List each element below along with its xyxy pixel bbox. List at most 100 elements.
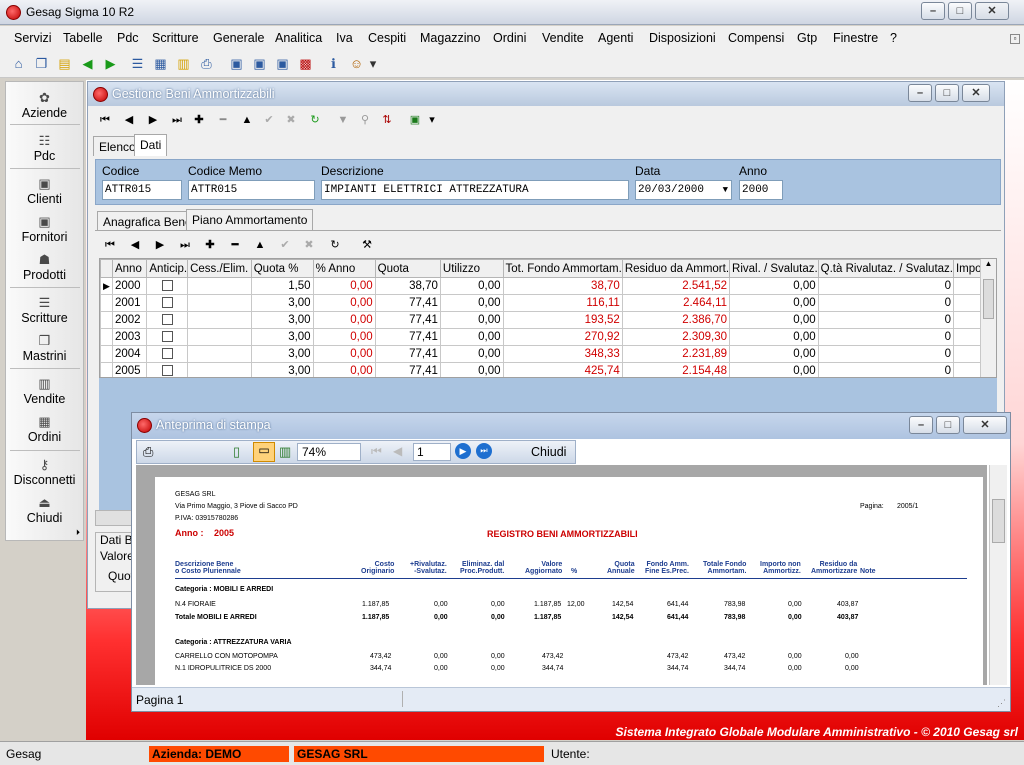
- remove-icon[interactable]: ━: [214, 111, 232, 129]
- sidebar-collapse-icon[interactable]: ⏵: [76, 528, 80, 538]
- cell-utilizzo[interactable]: 0,00: [439, 328, 504, 346]
- cell-anno[interactable]: 2001: [111, 294, 148, 312]
- cell-tot-fondo[interactable]: 270,92: [502, 328, 623, 346]
- menu-tabelle[interactable]: Tabelle: [63, 31, 103, 45]
- menu-finestre[interactable]: Finestre: [833, 31, 878, 45]
- cell-quota-pct[interactable]: 3,00: [250, 311, 314, 329]
- cell-utilizzo[interactable]: 0,00: [439, 345, 504, 363]
- menu-agenti[interactable]: Agenti: [598, 31, 633, 45]
- first-row-icon[interactable]: ⏮: [101, 236, 119, 254]
- two-pages-icon[interactable]: ▥: [279, 444, 291, 460]
- prev-row-icon[interactable]: ◀: [126, 236, 144, 254]
- table-row[interactable]: 2003 3,00 0,00 77,41 0,00 270,92 2.309,30 0,00 0: [100, 328, 996, 346]
- last-row-icon[interactable]: ⏭: [176, 236, 194, 254]
- gestione-minimize-button[interactable]: –: [908, 84, 932, 102]
- table-icon[interactable]: ▣: [273, 54, 292, 73]
- sidebar-item-disconnetti[interactable]: ⚷ Disconnetti: [6, 457, 83, 487]
- mdi-restore-icon[interactable]: ▫: [1010, 34, 1020, 44]
- menu-compensi[interactable]: Compensi: [728, 31, 784, 45]
- list-icon[interactable]: ▦: [151, 54, 170, 73]
- chevron-down-icon[interactable]: ▼: [723, 181, 728, 199]
- col-cess[interactable]: Cess./Elim.: [187, 259, 252, 278]
- cell-residuo[interactable]: 2.386,70: [621, 311, 731, 329]
- delete-row-icon[interactable]: ━: [226, 236, 244, 254]
- menu-cespiti[interactable]: Cespiti: [368, 31, 406, 45]
- preview-minimize-button[interactable]: –: [909, 416, 933, 434]
- cell-residuo[interactable]: 2.309,30: [621, 328, 731, 346]
- folder-icon[interactable]: ▤: [55, 54, 74, 73]
- cell-rival[interactable]: 0,00: [729, 294, 819, 312]
- menu-iva[interactable]: Iva: [336, 31, 353, 45]
- add-icon[interactable]: ✚: [190, 111, 208, 129]
- row-up-icon[interactable]: ▲: [251, 236, 269, 254]
- cell-qta-rival[interactable]: 0: [817, 362, 954, 377]
- menu-generale[interactable]: Generale: [213, 31, 264, 45]
- sidebar-item-vendite[interactable]: ▥ Vendite: [6, 376, 83, 406]
- cell-qta-rival[interactable]: 0: [817, 328, 954, 346]
- cell-tot-fondo[interactable]: 116,11: [502, 294, 623, 312]
- first-record-icon[interactable]: ⏮: [96, 111, 114, 129]
- close-button[interactable]: ✕: [975, 2, 1009, 20]
- menu-analitica[interactable]: Analitica: [275, 31, 322, 45]
- cell-pct-anno[interactable]: 0,00: [312, 362, 376, 377]
- print-icon[interactable]: ⎙: [197, 54, 216, 73]
- cell-residuo[interactable]: 2.231,89: [621, 345, 731, 363]
- menu-scritture[interactable]: Scritture: [152, 31, 199, 45]
- last-page-icon[interactable]: ⏭: [476, 443, 492, 459]
- table-row[interactable]: 2001 3,00 0,00 77,41 0,00 116,11 2.464,11 0,00 0: [100, 294, 996, 312]
- tab-piano-ammortamento[interactable]: Piano Ammortamento: [186, 209, 314, 231]
- cell-utilizzo[interactable]: 0,00: [439, 362, 504, 377]
- tab-anagrafica-bene[interactable]: Anagrafica Bene: [97, 211, 198, 231]
- grid-icon[interactable]: ▣: [227, 54, 246, 73]
- next-page-icon[interactable]: ▶: [455, 443, 471, 459]
- open-folder-icon[interactable]: ▥: [174, 54, 193, 73]
- cell-quota[interactable]: 77,41: [374, 328, 441, 346]
- tab-dati[interactable]: Dati: [134, 134, 168, 156]
- cell-anno[interactable]: 2004: [111, 345, 148, 363]
- cell-quota-pct[interactable]: 3,00: [250, 328, 314, 346]
- cell-anno[interactable]: 2003: [111, 328, 148, 346]
- sidebar-item-mastrini[interactable]: ❒ Mastrini: [6, 333, 83, 363]
- sidebar-item-ordini[interactable]: ▦ Ordini: [6, 414, 83, 444]
- first-page-icon[interactable]: ⏮: [371, 444, 382, 459]
- search-icon[interactable]: ⚲: [356, 111, 374, 129]
- cell-utilizzo[interactable]: 0,00: [439, 311, 504, 329]
- sidebar-item-scritture[interactable]: ☰ Scritture: [6, 295, 83, 325]
- cell-tot-fondo[interactable]: 348,33: [502, 345, 623, 363]
- menu-pdc[interactable]: Pdc: [117, 31, 139, 45]
- menu-servizi[interactable]: Servizi: [14, 31, 52, 45]
- cell-quota[interactable]: 77,41: [374, 345, 441, 363]
- col-utilizzo[interactable]: Utilizzo: [439, 259, 504, 278]
- anticip-checkbox[interactable]: [161, 331, 173, 343]
- toolbar-overflow-icon[interactable]: ▾: [368, 54, 378, 73]
- menu-vendite[interactable]: Vendite: [542, 31, 584, 45]
- tree-icon[interactable]: ☰: [128, 54, 147, 73]
- menu-ordini[interactable]: Ordini: [493, 31, 526, 45]
- cell-rival[interactable]: 0,00: [729, 328, 819, 346]
- cell-quota[interactable]: 77,41: [374, 311, 441, 329]
- preview-scrollbar[interactable]: [989, 465, 1007, 685]
- col-residuo[interactable]: Residuo da Ammort.: [621, 259, 731, 278]
- page-number-field[interactable]: 1: [413, 443, 451, 461]
- table-row[interactable]: 2004 3,00 0,00 77,41 0,00 348,33 2.231,89 0,00 0: [100, 345, 996, 363]
- prev-record-icon[interactable]: ◀: [120, 111, 138, 129]
- col-anticip[interactable]: Anticip.: [146, 259, 189, 278]
- cell-quota-pct[interactable]: 3,00: [250, 362, 314, 377]
- toolbar-overflow-icon[interactable]: ▾: [427, 111, 437, 129]
- col-quota[interactable]: Quota: [374, 259, 441, 278]
- maximize-button[interactable]: □: [948, 2, 972, 20]
- cell-quota[interactable]: 77,41: [374, 362, 441, 377]
- table-row[interactable]: ▶ 2000 1,50 0,00 38,70 0,00 38,70 2.541,52 0,00 0: [100, 277, 996, 295]
- col-tot-fondo[interactable]: Tot. Fondo Ammortam.: [502, 259, 623, 278]
- sidebar-item-prodotti[interactable]: ☗ Prodotti: [6, 252, 83, 282]
- codice-field[interactable]: ATTR015: [102, 180, 182, 200]
- single-page-icon[interactable]: ▯: [233, 444, 240, 460]
- cell-qta-rival[interactable]: 0: [817, 294, 954, 312]
- table-row[interactable]: 2002 3,00 0,00 77,41 0,00 193,52 2.386,70 0,00 0: [100, 311, 996, 329]
- sidebar-item-clienti[interactable]: ▣ Clienti: [6, 176, 83, 206]
- cell-rival[interactable]: 0,00: [729, 362, 819, 377]
- info-icon[interactable]: ℹ: [324, 54, 343, 73]
- prev-page-icon[interactable]: ◀: [393, 444, 402, 458]
- menu-magazzino[interactable]: Magazzino: [420, 31, 480, 45]
- menu-help[interactable]: ?: [890, 31, 897, 45]
